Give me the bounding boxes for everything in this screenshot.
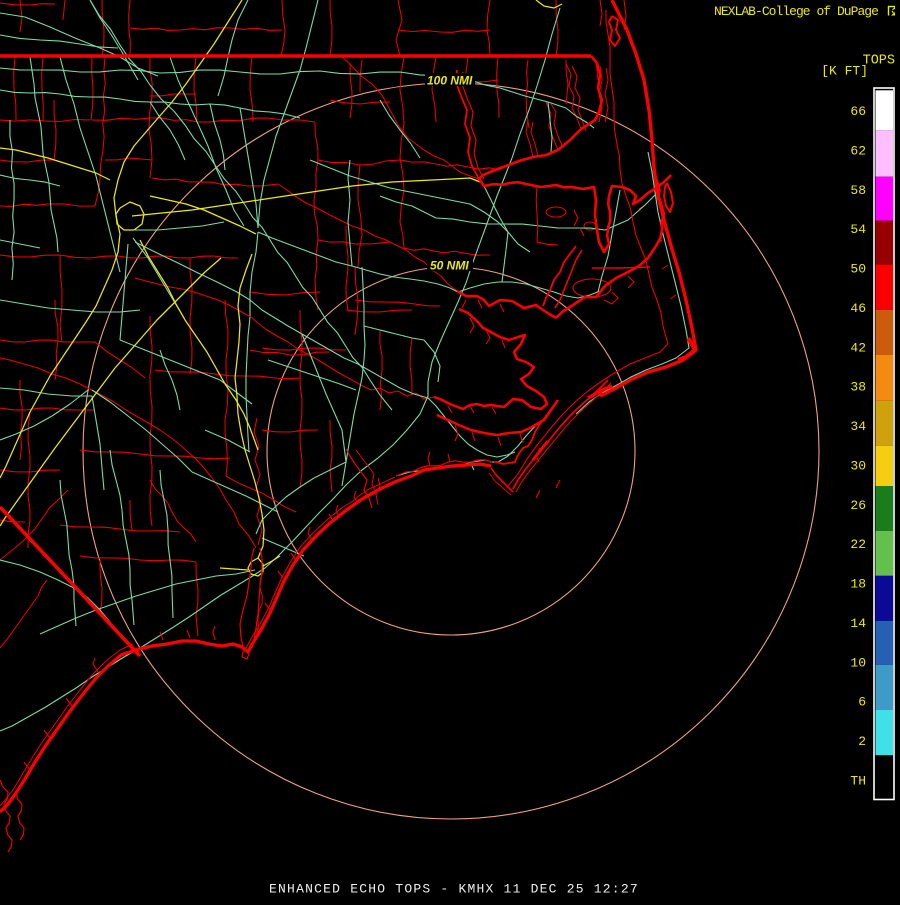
svg-text:66: 66 xyxy=(850,104,866,119)
svg-text:TH: TH xyxy=(850,774,866,789)
svg-text:50: 50 xyxy=(850,262,866,277)
svg-text:2: 2 xyxy=(858,734,866,749)
svg-text:26: 26 xyxy=(850,498,866,513)
svg-text:38: 38 xyxy=(850,380,866,395)
svg-text:54: 54 xyxy=(850,222,866,237)
svg-text:50 NMI: 50 NMI xyxy=(430,259,469,273)
svg-text:14: 14 xyxy=(850,616,866,631)
svg-text:58: 58 xyxy=(850,183,866,198)
svg-text:10: 10 xyxy=(850,655,866,670)
svg-text:6: 6 xyxy=(858,695,866,710)
svg-text:30: 30 xyxy=(850,459,866,474)
svg-text:62: 62 xyxy=(850,144,866,159)
svg-text:22: 22 xyxy=(850,537,866,552)
svg-text:[K FT]: [K FT] xyxy=(821,64,868,79)
svg-text:ENHANCED ECHO TOPS - KMHX 11 D: ENHANCED ECHO TOPS - KMHX 11 DEC 25 12:2… xyxy=(269,882,639,897)
svg-text:42: 42 xyxy=(850,340,866,355)
svg-text:100 NMI: 100 NMI xyxy=(427,74,473,88)
svg-text:18: 18 xyxy=(850,577,866,592)
svg-text:NEXLAB-College of DuPage: NEXLAB-College of DuPage xyxy=(714,4,878,19)
svg-text:46: 46 xyxy=(850,301,866,316)
svg-text:34: 34 xyxy=(850,419,866,434)
